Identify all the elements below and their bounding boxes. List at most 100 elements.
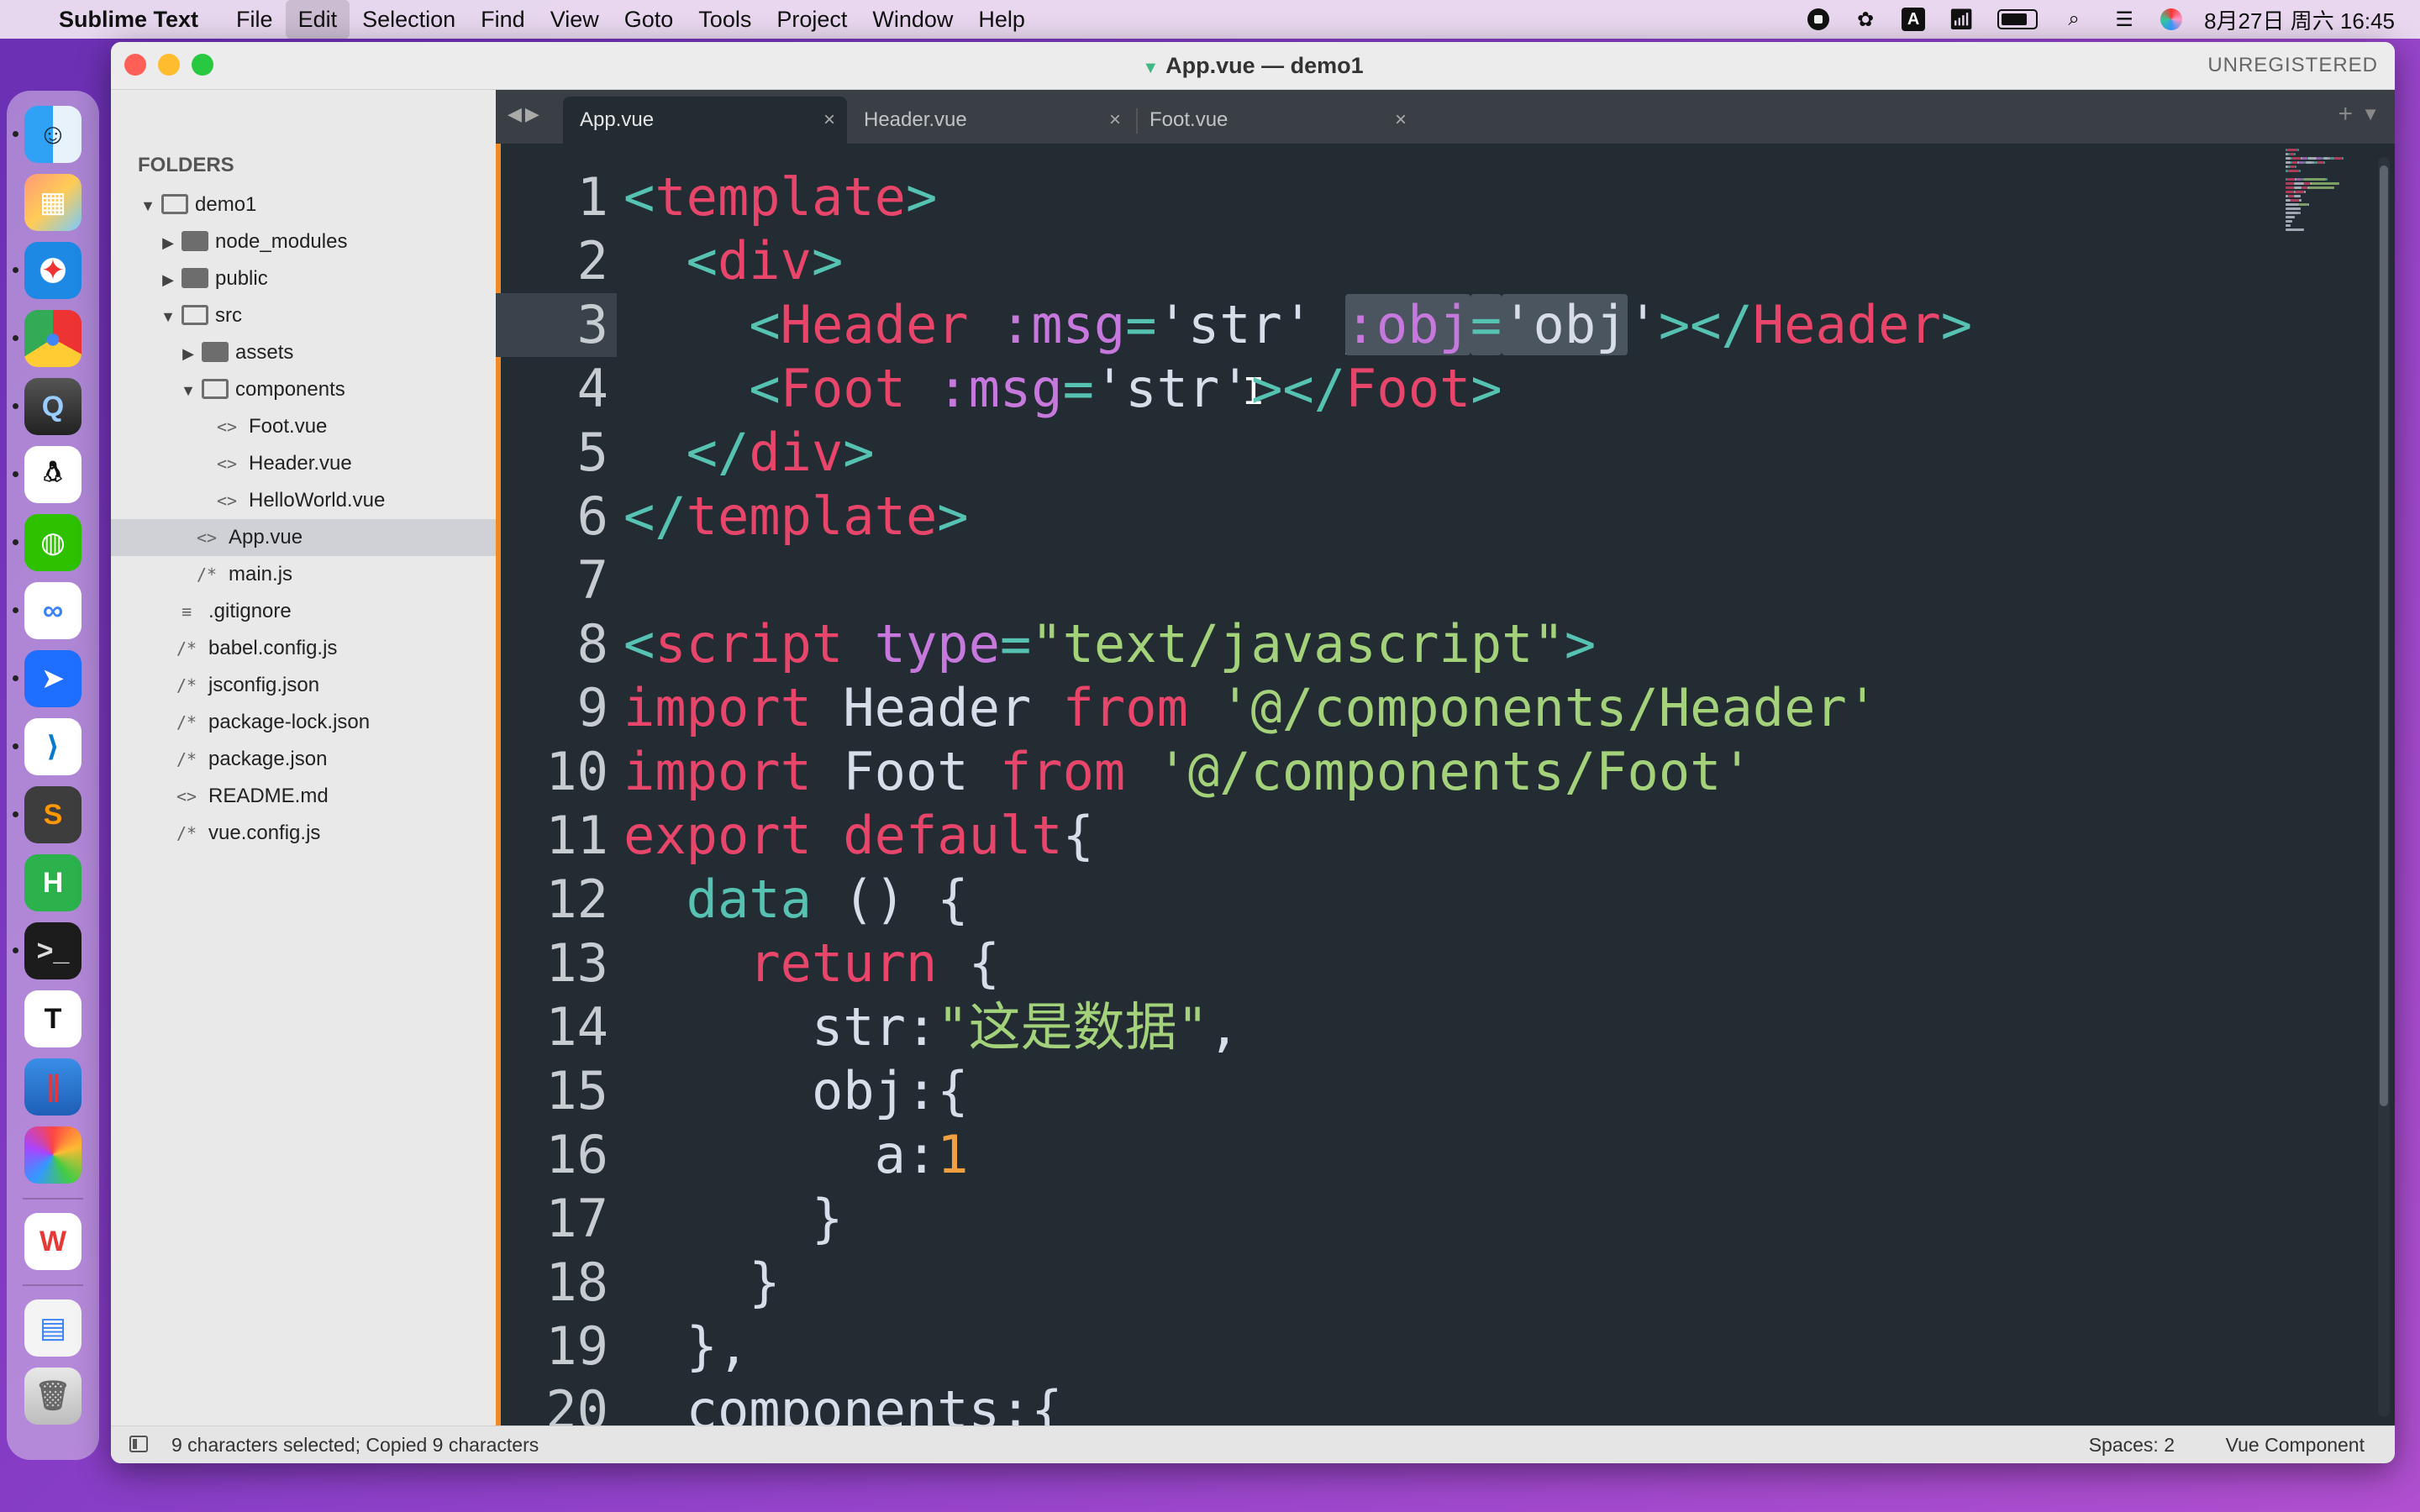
siri-icon[interactable] bbox=[2160, 8, 2183, 30]
disclosure-open-icon[interactable]: ▼ bbox=[160, 298, 176, 335]
tab-close-icon[interactable]: × bbox=[1395, 97, 1407, 144]
code-line[interactable]: 10 import Foot from '@/components/Foot' bbox=[496, 740, 2328, 804]
code-line[interactable]: 7 bbox=[496, 549, 2328, 612]
code-line[interactable]: 15 obj:{ bbox=[496, 1059, 2328, 1123]
disclosure-open-icon[interactable]: ▼ bbox=[180, 372, 197, 409]
trash-icon[interactable]: 🗑︎ bbox=[24, 1368, 82, 1425]
sidebar-item-foot-vue[interactable]: <> Foot.vue bbox=[111, 408, 496, 445]
wifi-icon[interactable]: 📶︎ bbox=[1947, 8, 1975, 31]
code-line[interactable]: 8 <script type="text/javascript"> bbox=[496, 612, 2328, 676]
sidebar-item-vue-config-js[interactable]: /* vue.config.js bbox=[111, 815, 496, 852]
sidebar-item-assets[interactable]: ▶ assets bbox=[111, 334, 496, 371]
code-line[interactable]: 3 <Header :msg='str' :obj='obj'></Header… bbox=[496, 293, 2328, 357]
tab-foot-vue[interactable]: Foot.vue × bbox=[1133, 97, 1418, 144]
code-line[interactable]: 4 <Foot :msg='str'I></Foot> bbox=[496, 357, 2328, 421]
disclosure-closed-icon[interactable]: ▶ bbox=[160, 261, 176, 298]
menu-project[interactable]: Project bbox=[764, 0, 860, 39]
input-source-icon[interactable]: A bbox=[1902, 8, 1926, 31]
code-line[interactable]: 17 } bbox=[496, 1187, 2328, 1251]
code-line[interactable]: 9 import Header from '@/components/Header… bbox=[496, 676, 2328, 740]
launchpad-icon[interactable]: ▦ bbox=[24, 174, 82, 231]
safari-icon[interactable]: ✦ bbox=[13, 242, 82, 299]
quicktime-icon[interactable]: Q bbox=[13, 378, 82, 435]
menu-edit[interactable]: Edit bbox=[285, 0, 350, 39]
code-line[interactable]: 5 </div> bbox=[496, 421, 2328, 485]
sidebar-item-jsconfig-json[interactable]: /* jsconfig.json bbox=[111, 667, 496, 704]
sidebar-item-gitignore[interactable]: ≡ .gitignore bbox=[111, 593, 496, 630]
qq-icon[interactable]: 🐧︎ bbox=[13, 446, 82, 503]
sidebar-item-demo1[interactable]: ▼ demo1 bbox=[111, 186, 496, 223]
menu-find[interactable]: Find bbox=[468, 0, 538, 39]
downloads-stack-icon[interactable]: ▤ bbox=[24, 1299, 82, 1357]
parallels-icon[interactable]: ∥ bbox=[24, 1058, 82, 1116]
code-line[interactable]: 6 </template> bbox=[496, 485, 2328, 549]
baidunetdisk-icon[interactable]: ∞ bbox=[13, 582, 82, 639]
feishu-icon[interactable]: ➤ bbox=[13, 650, 82, 707]
vertical-scrollbar[interactable] bbox=[2378, 157, 2390, 1417]
toggle-panel-icon[interactable] bbox=[129, 1436, 148, 1452]
sublime-icon[interactable]: S bbox=[13, 786, 82, 843]
screen-record-icon[interactable] bbox=[1807, 8, 1830, 30]
sidebar-item-readme-md[interactable]: <> README.md bbox=[111, 778, 496, 815]
tab-nav-arrows-icon[interactable]: ◀▶ bbox=[508, 103, 543, 125]
minimap[interactable] bbox=[2286, 149, 2361, 249]
code-line[interactable]: 11 export default{ bbox=[496, 804, 2328, 868]
menu-tools[interactable]: Tools bbox=[686, 0, 764, 39]
indentation-selector[interactable]: Spaces: 2 bbox=[2089, 1426, 2175, 1463]
terminal-icon[interactable]: >_ bbox=[13, 922, 82, 979]
cloud-link-icon[interactable]: ✿ bbox=[1851, 8, 1880, 31]
disclosure-open-icon[interactable]: ▼ bbox=[139, 187, 156, 224]
typora-icon[interactable]: T bbox=[24, 990, 82, 1047]
sidebar-item-main-js[interactable]: /* main.js bbox=[111, 556, 496, 593]
sidebar-item-header-vue[interactable]: <> Header.vue bbox=[111, 445, 496, 482]
disclosure-closed-icon[interactable]: ▶ bbox=[180, 335, 197, 372]
code-line[interactable]: 2 <div> bbox=[496, 229, 2328, 293]
tab-app-vue[interactable]: App.vue × bbox=[563, 97, 847, 144]
sidebar-item-components[interactable]: ▼ components bbox=[111, 371, 496, 408]
menu-help[interactable]: Help bbox=[965, 0, 1038, 39]
menu-selection[interactable]: Selection bbox=[350, 0, 468, 39]
new-tab-plus-icon[interactable]: + bbox=[2338, 100, 2353, 129]
sidebar-item-public[interactable]: ▶ public bbox=[111, 260, 496, 297]
finder-icon[interactable]: ☺ bbox=[13, 106, 82, 163]
menubar-clock[interactable]: 8月27日 周六 16:45 bbox=[2204, 4, 2395, 35]
tab-close-icon[interactable]: × bbox=[1109, 97, 1121, 144]
code-line[interactable]: 1 <template> bbox=[496, 165, 2328, 229]
wps-icon[interactable]: W bbox=[24, 1213, 82, 1270]
code-line[interactable]: 13 return { bbox=[496, 932, 2328, 995]
minimap-token bbox=[2289, 153, 2294, 155]
sidebar-item-babel-config-js[interactable]: /* babel.config.js bbox=[111, 630, 496, 667]
menu-goto[interactable]: Goto bbox=[612, 0, 687, 39]
code-line[interactable]: 12 data () { bbox=[496, 868, 2328, 932]
spotlight-search-icon[interactable]: ⌕ bbox=[2060, 8, 2088, 30]
sidebar-item-helloworld-vue[interactable]: <> HelloWorld.vue bbox=[111, 482, 496, 519]
code-line[interactable]: 16 a:1 bbox=[496, 1123, 2328, 1187]
code-line[interactable]: 18 } bbox=[496, 1251, 2328, 1315]
chrome-icon[interactable]: ● bbox=[13, 310, 82, 367]
control-center-icon[interactable]: ☰ bbox=[2110, 8, 2139, 31]
menu-file[interactable]: File bbox=[224, 0, 286, 39]
menu-view[interactable]: View bbox=[538, 0, 612, 39]
colorpicker-icon[interactable] bbox=[24, 1126, 82, 1184]
sidebar-item-package-lock-json[interactable]: /* package-lock.json bbox=[111, 704, 496, 741]
tab-header-vue[interactable]: Header.vue × bbox=[847, 97, 1133, 144]
menu-window[interactable]: Window bbox=[860, 0, 965, 39]
wechat-icon[interactable]: ◍ bbox=[13, 514, 82, 571]
battery-icon[interactable] bbox=[1997, 9, 2039, 29]
code-line[interactable]: 14 str:"这是数据", bbox=[496, 995, 2328, 1059]
vscode-icon[interactable]: ⟩ bbox=[13, 718, 82, 775]
sidebar-item-node-modules[interactable]: ▶ node_modules bbox=[111, 223, 496, 260]
sidebar-item-src[interactable]: ▼ src bbox=[111, 297, 496, 334]
title-bar[interactable]: ▼ App.vue — demo1 UNREGISTERED bbox=[111, 42, 2395, 90]
hbuilder-icon[interactable]: H bbox=[24, 854, 82, 911]
app-menu[interactable]: Sublime Text bbox=[59, 7, 198, 33]
tab-close-icon[interactable]: × bbox=[823, 97, 835, 144]
syntax-selector[interactable]: Vue Component bbox=[2226, 1426, 2365, 1463]
sidebar-item-package-json[interactable]: /* package.json bbox=[111, 741, 496, 778]
scrollbar-thumb[interactable] bbox=[2380, 165, 2388, 1106]
sidebar-item-app-vue[interactable]: <> App.vue bbox=[111, 519, 496, 556]
tab-menu-chevron-icon[interactable]: ▼ bbox=[2361, 103, 2380, 125]
code-line[interactable]: 19 }, bbox=[496, 1315, 2328, 1378]
disclosure-closed-icon[interactable]: ▶ bbox=[160, 224, 176, 261]
minimap-token bbox=[2302, 178, 2326, 181]
